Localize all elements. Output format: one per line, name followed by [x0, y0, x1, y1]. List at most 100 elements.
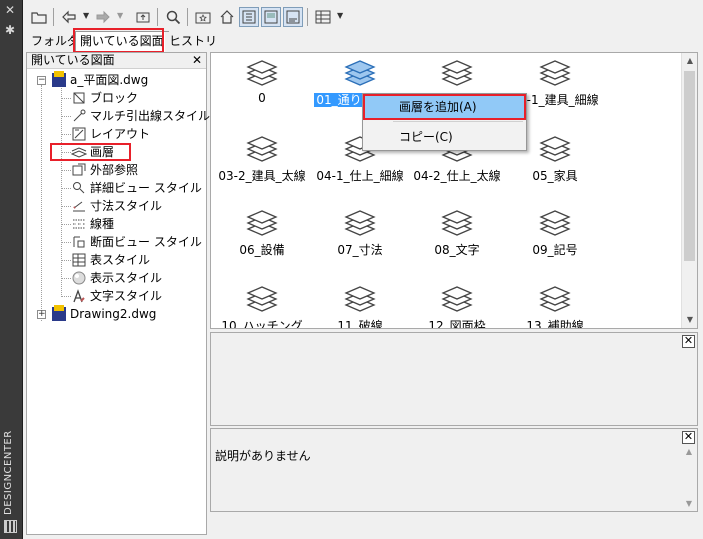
tree-guide-line: [61, 206, 71, 207]
layer-icon: [441, 210, 473, 236]
vertical-scrollbar[interactable]: ▲ ▼: [681, 53, 697, 328]
layer-name: 10_ハッチング: [221, 319, 303, 329]
layer-name: 06_設備: [239, 243, 285, 257]
layer-item[interactable]: 0: [212, 55, 312, 119]
tree-pane-title: 開いている図面: [31, 53, 115, 67]
xref-icon: [71, 162, 87, 178]
tree-pane-close-icon[interactable]: ✕: [192, 53, 202, 68]
scroll-down-icon[interactable]: ▼: [681, 497, 697, 511]
multileader-style-icon: [71, 108, 87, 124]
back-icon[interactable]: [59, 7, 79, 27]
linetype-icon: [71, 216, 87, 232]
layer-icon: [246, 210, 278, 236]
layer-name: 07_寸法: [337, 243, 383, 257]
layer-item[interactable]: 10_ハッチング: [212, 281, 312, 329]
tree-item-label: 線種: [90, 217, 115, 231]
palette-title: DESIGNCENTER: [3, 430, 14, 516]
views-icon[interactable]: [313, 7, 333, 27]
favorites-icon[interactable]: [193, 7, 213, 27]
tab-bar: フォルダ 開いている図面 ヒストリ: [23, 30, 703, 52]
text-style-icon: [71, 288, 87, 304]
tree-item-section-view-styles[interactable]: 断面ビュー スタイル: [71, 233, 202, 251]
layer-item[interactable]: 07_寸法: [310, 205, 410, 269]
tree-item-label: Drawing2.dwg: [70, 307, 157, 321]
folder-open-icon[interactable]: [29, 7, 49, 27]
layer-name: 09_記号: [532, 243, 578, 257]
section-view-style-icon: [71, 234, 87, 250]
layer-item[interactable]: 13_補助線: [505, 281, 605, 328]
preview-toggle-icon[interactable]: [261, 7, 281, 27]
palette-properties-icon[interactable]: [4, 520, 17, 533]
tab-history[interactable]: ヒストリ: [165, 32, 222, 52]
visual-style-icon: [71, 270, 87, 286]
tree-item-multileader-styles[interactable]: マルチ引出線スタイル: [71, 107, 210, 125]
tree-guide-line: [61, 296, 71, 297]
palette-close-icon[interactable]: ✕: [5, 4, 15, 16]
tree-item-table-styles[interactable]: 表スタイル: [71, 251, 150, 269]
tree-item-visual-styles[interactable]: 表示スタイル: [71, 269, 162, 287]
menu-item-add-layer[interactable]: 画層を追加(A): [365, 96, 524, 118]
forward-dropdown-icon[interactable]: ▼: [117, 11, 123, 20]
search-icon[interactable]: [163, 7, 183, 27]
tree-guide-line: [61, 116, 71, 117]
scroll-up-icon[interactable]: ▲: [682, 53, 697, 69]
dwg-file-icon: [51, 71, 67, 88]
tree-item-layouts[interactable]: レイアウト: [71, 125, 150, 143]
tree-item-text-styles[interactable]: 文字スタイル: [71, 287, 162, 305]
toolbar-separator: [157, 8, 158, 26]
forward-icon[interactable]: [93, 7, 113, 27]
toolbar-separator: [307, 8, 308, 26]
description-toggle-icon[interactable]: [283, 7, 303, 27]
tree-item-blocks[interactable]: ブロック: [71, 89, 138, 107]
tree-view-toggle-icon[interactable]: [239, 7, 259, 27]
designcenter-strip: ✕ ✱ DESIGNCENTER: [0, 0, 22, 539]
tree-item-label: 文字スタイル: [90, 289, 163, 303]
home-icon[interactable]: [217, 7, 237, 27]
tree-item-a-heimenzu[interactable]: a_平面図.dwg: [51, 71, 148, 89]
layer-item[interactable]: 06_設備: [212, 205, 312, 269]
description-pane: ✕ 説明がありません ▲ ▼: [210, 428, 698, 512]
tree-expand-toggle[interactable]: +: [37, 310, 46, 319]
tree-guide-line: [61, 278, 71, 279]
toolbar-separator: [187, 8, 188, 26]
tree-collapse-toggle[interactable]: −: [37, 76, 46, 85]
tree-item-dimension-styles[interactable]: 寸法スタイル: [71, 197, 162, 215]
layer-item[interactable]: 11_破線: [310, 281, 410, 329]
layer-icon: [246, 60, 278, 86]
tree-pane-header: 開いている図面 ✕: [27, 53, 206, 69]
palette-settings-icon[interactable]: ✱: [5, 24, 15, 36]
tree-item-layers[interactable]: 画層: [71, 143, 114, 161]
menu-separator: [393, 121, 523, 122]
tab-open-drawings[interactable]: 開いている図面: [75, 31, 169, 52]
scrollbar-thumb[interactable]: [684, 71, 695, 261]
layer-item[interactable]: 08_文字: [407, 205, 507, 269]
layer-name: 04-2_仕上_太線: [413, 169, 501, 183]
tree-item-drawing2[interactable]: Drawing2.dwg: [51, 305, 156, 323]
scroll-up-icon[interactable]: ▲: [681, 445, 697, 459]
layer-name: 11_破線: [337, 319, 383, 329]
tree-item-detail-view-styles[interactable]: 詳細ビュー スタイル: [71, 179, 202, 197]
block-icon: [71, 90, 87, 106]
layer-item[interactable]: 03-2_建具_太線: [212, 131, 312, 195]
tree-item-label: 表示スタイル: [90, 271, 163, 285]
description-close-icon[interactable]: ✕: [682, 431, 695, 444]
scroll-down-icon[interactable]: ▼: [682, 312, 697, 328]
layer-icon: [539, 136, 571, 162]
description-text: 説明がありません: [215, 449, 311, 463]
layer-icon: [539, 210, 571, 236]
views-dropdown-icon[interactable]: ▼: [337, 11, 343, 20]
description-scrollbar[interactable]: ▲ ▼: [681, 445, 697, 511]
tree-item-linetypes[interactable]: 線種: [71, 215, 114, 233]
layer-item[interactable]: 12_図面枠: [407, 281, 507, 328]
up-folder-icon[interactable]: [133, 7, 153, 27]
tree-guide-line: [61, 170, 71, 171]
layer-item[interactable]: 09_記号: [505, 205, 605, 269]
dwg-file-icon: [51, 305, 67, 322]
tree-guide-line: [61, 224, 71, 225]
preview-close-icon[interactable]: ✕: [682, 335, 695, 348]
back-dropdown-icon[interactable]: ▼: [83, 11, 89, 20]
tree-item-label: マルチ引出線スタイル: [90, 109, 211, 123]
tree-item-xrefs[interactable]: 外部参照: [71, 161, 138, 179]
menu-item-copy[interactable]: コピー(C): [365, 126, 524, 148]
layer-icon: [441, 286, 473, 312]
